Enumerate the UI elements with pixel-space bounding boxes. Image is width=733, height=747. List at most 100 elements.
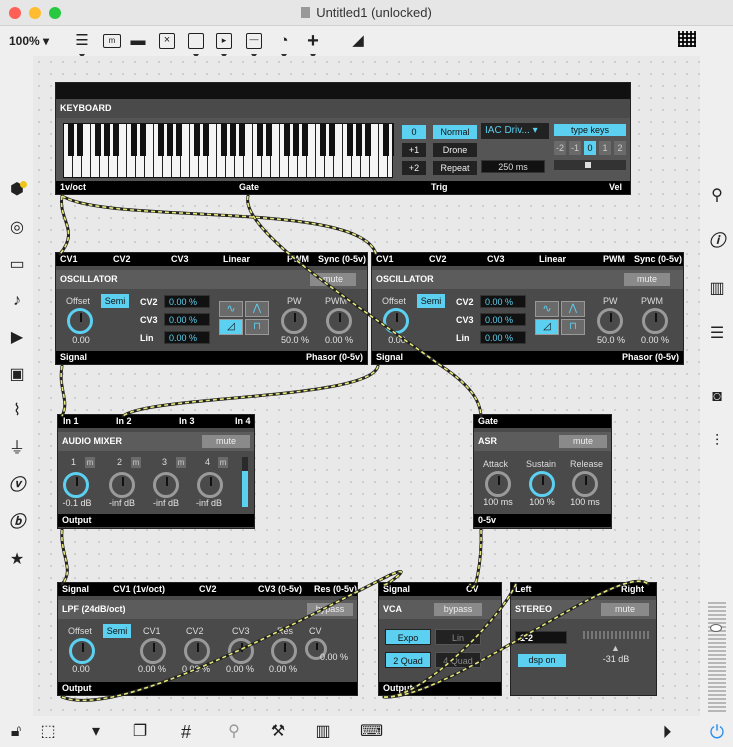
lpf-inlet-cv1[interactable]: CV1 (1v/oct): [113, 584, 165, 594]
add-icon[interactable]: +: [303, 31, 323, 58]
osc2-pwm-knob[interactable]: [642, 308, 668, 334]
midi-device-menu[interactable]: IAC Driv... ▾: [481, 123, 549, 139]
piano-black-keys[interactable]: [68, 123, 394, 156]
vca-4quad-button[interactable]: 4 Quad: [435, 652, 481, 668]
mode-drone-button[interactable]: Drone: [433, 143, 477, 157]
osc1-inlet-cv1[interactable]: CV1: [60, 254, 78, 264]
stereo-output-module[interactable]: Left Right STEREO mute 1-2 dsp on ▲ -31 d…: [510, 582, 657, 696]
lpf-offset-knob[interactable]: [69, 638, 95, 664]
paint-bucket-icon[interactable]: ◢: [348, 31, 368, 51]
osc1-inlet-cv3[interactable]: CV3: [171, 254, 189, 264]
mixer-ch2-knob[interactable]: [109, 472, 135, 498]
piano-icon[interactable]: ▥: [313, 722, 333, 742]
lpf-res-knob[interactable]: [271, 638, 297, 664]
outlet-trig[interactable]: Trig: [431, 182, 448, 192]
layers-icon[interactable]: ❐: [130, 722, 150, 742]
music-icon[interactable]: ♪: [7, 291, 27, 311]
mode-repeat-button[interactable]: Repeat: [433, 161, 477, 175]
list-icon[interactable]: ☰: [707, 324, 727, 344]
osc2-inlet-cv3[interactable]: CV3: [487, 254, 505, 264]
lpf-module[interactable]: Signal CV1 (1v/oct) CV2 CV3 (0-5v) Res (…: [57, 582, 358, 696]
search-icon[interactable]: ⚲: [707, 186, 727, 206]
osc2-offset-knob[interactable]: [383, 308, 409, 334]
oscillator-2-module[interactable]: CV1 CV2 CV3 Linear PWM Sync (0-5v) OSCIL…: [371, 252, 684, 365]
grid-icon[interactable]: #: [176, 722, 196, 742]
osc2-outlet-signal[interactable]: Signal: [376, 352, 403, 362]
new-object-icon[interactable]: ☰: [72, 31, 92, 58]
zoom-menu[interactable]: 100% ▾: [9, 34, 49, 48]
osc1-wave-sine[interactable]: ∿: [219, 301, 243, 317]
octave-shift-1[interactable]: 1: [599, 141, 611, 155]
osc1-cv3-field[interactable]: 0.00 %: [164, 313, 210, 326]
mixer-ch4-mute[interactable]: m: [218, 457, 228, 468]
lpf-inlet-cv2[interactable]: CV2: [199, 584, 217, 594]
mixer-ch1-knob[interactable]: [63, 472, 89, 498]
lpf-inlet-res[interactable]: Res (0-5v): [314, 584, 357, 594]
camera-icon[interactable]: ◙: [707, 387, 727, 407]
osc1-inlet-sync[interactable]: Sync (0-5v): [318, 254, 366, 264]
vca-inlet-cv[interactable]: CV: [466, 584, 479, 594]
osc2-semi-toggle[interactable]: Semi: [417, 294, 445, 308]
b-icon[interactable]: ⓑ: [7, 513, 27, 533]
osc2-wave-square[interactable]: ⊓: [561, 319, 585, 335]
outlet-gate[interactable]: Gate: [239, 182, 259, 192]
mixer-ch3-knob[interactable]: [153, 472, 179, 498]
target-icon[interactable]: ◎: [7, 218, 27, 238]
osc2-outlet-phasor[interactable]: Phasor (0-5v): [622, 352, 679, 362]
octave-0-button[interactable]: 0: [402, 125, 426, 139]
paperclip-icon[interactable]: ⌇: [7, 401, 27, 421]
lpf-cv1-knob[interactable]: [140, 638, 166, 664]
power-icon[interactable]: ⏻: [707, 722, 727, 742]
osc1-inlet-cv2[interactable]: CV2: [113, 254, 131, 264]
asr-inlet-gate[interactable]: Gate: [478, 416, 498, 426]
info-icon[interactable]: ⓘ: [707, 232, 727, 252]
osc1-mute-button[interactable]: mute: [310, 273, 356, 286]
grid-view-icon[interactable]: [677, 31, 697, 51]
dial-icon[interactable]: ◔: [274, 31, 294, 58]
slider-icon[interactable]: —: [244, 31, 264, 58]
type-keys-toggle[interactable]: type keys: [554, 124, 626, 136]
osc2-inlet-linear[interactable]: Linear: [539, 254, 566, 264]
osc2-cv3-field[interactable]: 0.00 %: [480, 313, 526, 326]
osc2-mute-button[interactable]: mute: [624, 273, 670, 286]
stereo-inlet-right[interactable]: Right: [621, 584, 644, 594]
lpf-inlet-signal[interactable]: Signal: [62, 584, 89, 594]
octave-shift-minus2[interactable]: -2: [554, 141, 566, 155]
mixer-mute-button[interactable]: mute: [202, 435, 250, 448]
octave-plus1-button[interactable]: +1: [402, 143, 426, 157]
mixer-inlet-1[interactable]: In 1: [63, 416, 79, 426]
lpf-semi-toggle[interactable]: Semi: [103, 624, 131, 638]
mixer-ch2-mute[interactable]: m: [131, 457, 141, 468]
osc2-inlet-sync[interactable]: Sync (0-5v): [634, 254, 682, 264]
outlet-1v-oct[interactable]: 1v/oct: [60, 182, 86, 192]
osc2-cv2-field[interactable]: 0.00 %: [480, 295, 526, 308]
message-icon[interactable]: m: [102, 31, 122, 51]
lpf-cv3-knob[interactable]: [228, 638, 254, 664]
vca-module[interactable]: Signal CV VCA bypass Expo Lin 2 Quad 4 Qu…: [378, 582, 502, 696]
osc1-pwm-knob[interactable]: [326, 308, 352, 334]
osc1-wave-square[interactable]: ⊓: [245, 319, 269, 335]
video-play-icon[interactable]: ▶: [7, 328, 27, 348]
osc2-inlet-cv2[interactable]: CV2: [429, 254, 447, 264]
asr-attack-knob[interactable]: [485, 471, 511, 497]
number-icon[interactable]: ▸: [214, 31, 234, 58]
asr-mute-button[interactable]: mute: [559, 435, 607, 448]
image-icon[interactable]: ▣: [7, 365, 27, 385]
octave-shift-2[interactable]: 2: [614, 141, 626, 155]
mixer-inlet-2[interactable]: In 2: [116, 416, 132, 426]
asr-sustain-knob[interactable]: [529, 471, 555, 497]
lock-icon[interactable]: 🔓︎: [6, 722, 26, 742]
vca-2quad-button[interactable]: 2 Quad: [385, 652, 431, 668]
mixer-outlet-output[interactable]: Output: [62, 515, 92, 525]
wrench-icon[interactable]: ⚒: [268, 722, 288, 742]
audio-mixer-module[interactable]: In 1 In 2 In 3 In 4 AUDIO MIXER mute 1 m …: [57, 414, 255, 529]
vca-expo-button[interactable]: Expo: [385, 629, 431, 645]
osc2-pw-knob[interactable]: [597, 308, 623, 334]
star-icon[interactable]: ★: [7, 550, 27, 570]
keyboard-icon[interactable]: ⌨: [360, 722, 383, 742]
level-slider-handle[interactable]: [710, 624, 722, 632]
osc1-lin-field[interactable]: 0.00 %: [164, 331, 210, 344]
stereo-inlet-left[interactable]: Left: [515, 584, 532, 594]
osc1-outlet-signal[interactable]: Signal: [60, 352, 87, 362]
outlet-vel[interactable]: Vel: [609, 182, 622, 192]
